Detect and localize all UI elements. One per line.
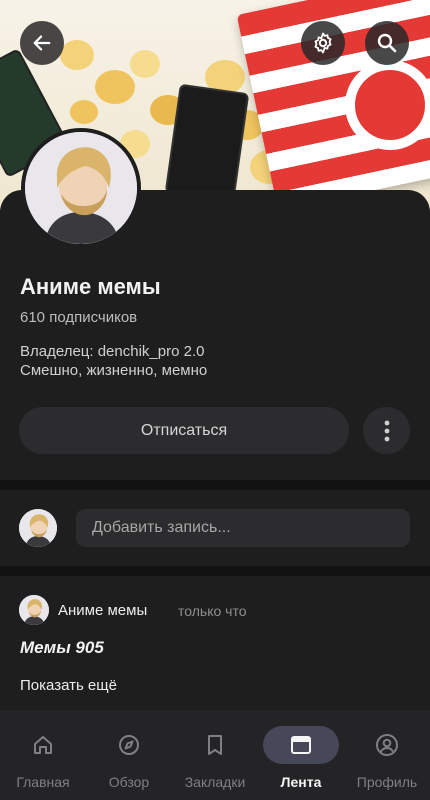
nav-explore[interactable]: Обзор [86,710,172,800]
bookmark-icon [208,735,222,755]
post-author-avatar [19,595,49,625]
divider [0,480,430,490]
community-owner: Владелец: denchik_pro 2.0 [20,343,205,360]
post-author-name[interactable]: Аниме мемы [58,602,147,619]
community-avatar [21,128,141,248]
arrow-left-icon [33,35,51,51]
community-description: Смешно, жизненно, мемно [20,362,208,379]
nav-label-profile: Профиль [356,774,418,790]
nav-label-home: Главная [16,774,70,790]
show-more-link[interactable]: Показать ещё [20,677,117,694]
bottom-navigation: Главная Обзор Закладки Лента Профиль [0,710,430,800]
profile-icon [376,734,398,756]
feed-icon [291,736,311,754]
unsubscribe-button[interactable]: Отписаться [19,407,349,454]
post-composer: Добавить запись... [0,490,430,566]
nav-home[interactable]: Главная [0,710,86,800]
post-card[interactable]: Аниме мемы только что Мемы 905 Показать … [0,576,430,710]
nav-profile[interactable]: Профиль [344,710,430,800]
user-avatar [19,509,57,547]
gear-icon [314,32,332,54]
nav-feed[interactable]: Лента [258,710,344,800]
nav-label-feed: Лента [280,774,322,790]
more-vertical-icon [384,420,389,441]
divider [0,566,430,576]
nav-label-explore: Обзор [108,774,150,790]
home-icon [34,736,52,754]
subscriber-count: 610 подписчиков [20,309,138,326]
post-title: Мемы 905 [20,638,104,657]
add-post-input[interactable]: Добавить запись... [76,509,410,547]
post-timestamp: только что [178,603,247,619]
community-title: Аниме мемы [20,274,161,299]
back-button[interactable] [20,21,64,65]
search-icon [377,33,397,53]
nav-label-bookmarks: Закладки [184,774,246,790]
more-options-button[interactable] [363,407,410,454]
nav-bookmarks[interactable]: Закладки [172,710,258,800]
compass-icon [119,735,139,755]
search-button[interactable] [365,21,409,65]
settings-button[interactable] [301,21,345,65]
